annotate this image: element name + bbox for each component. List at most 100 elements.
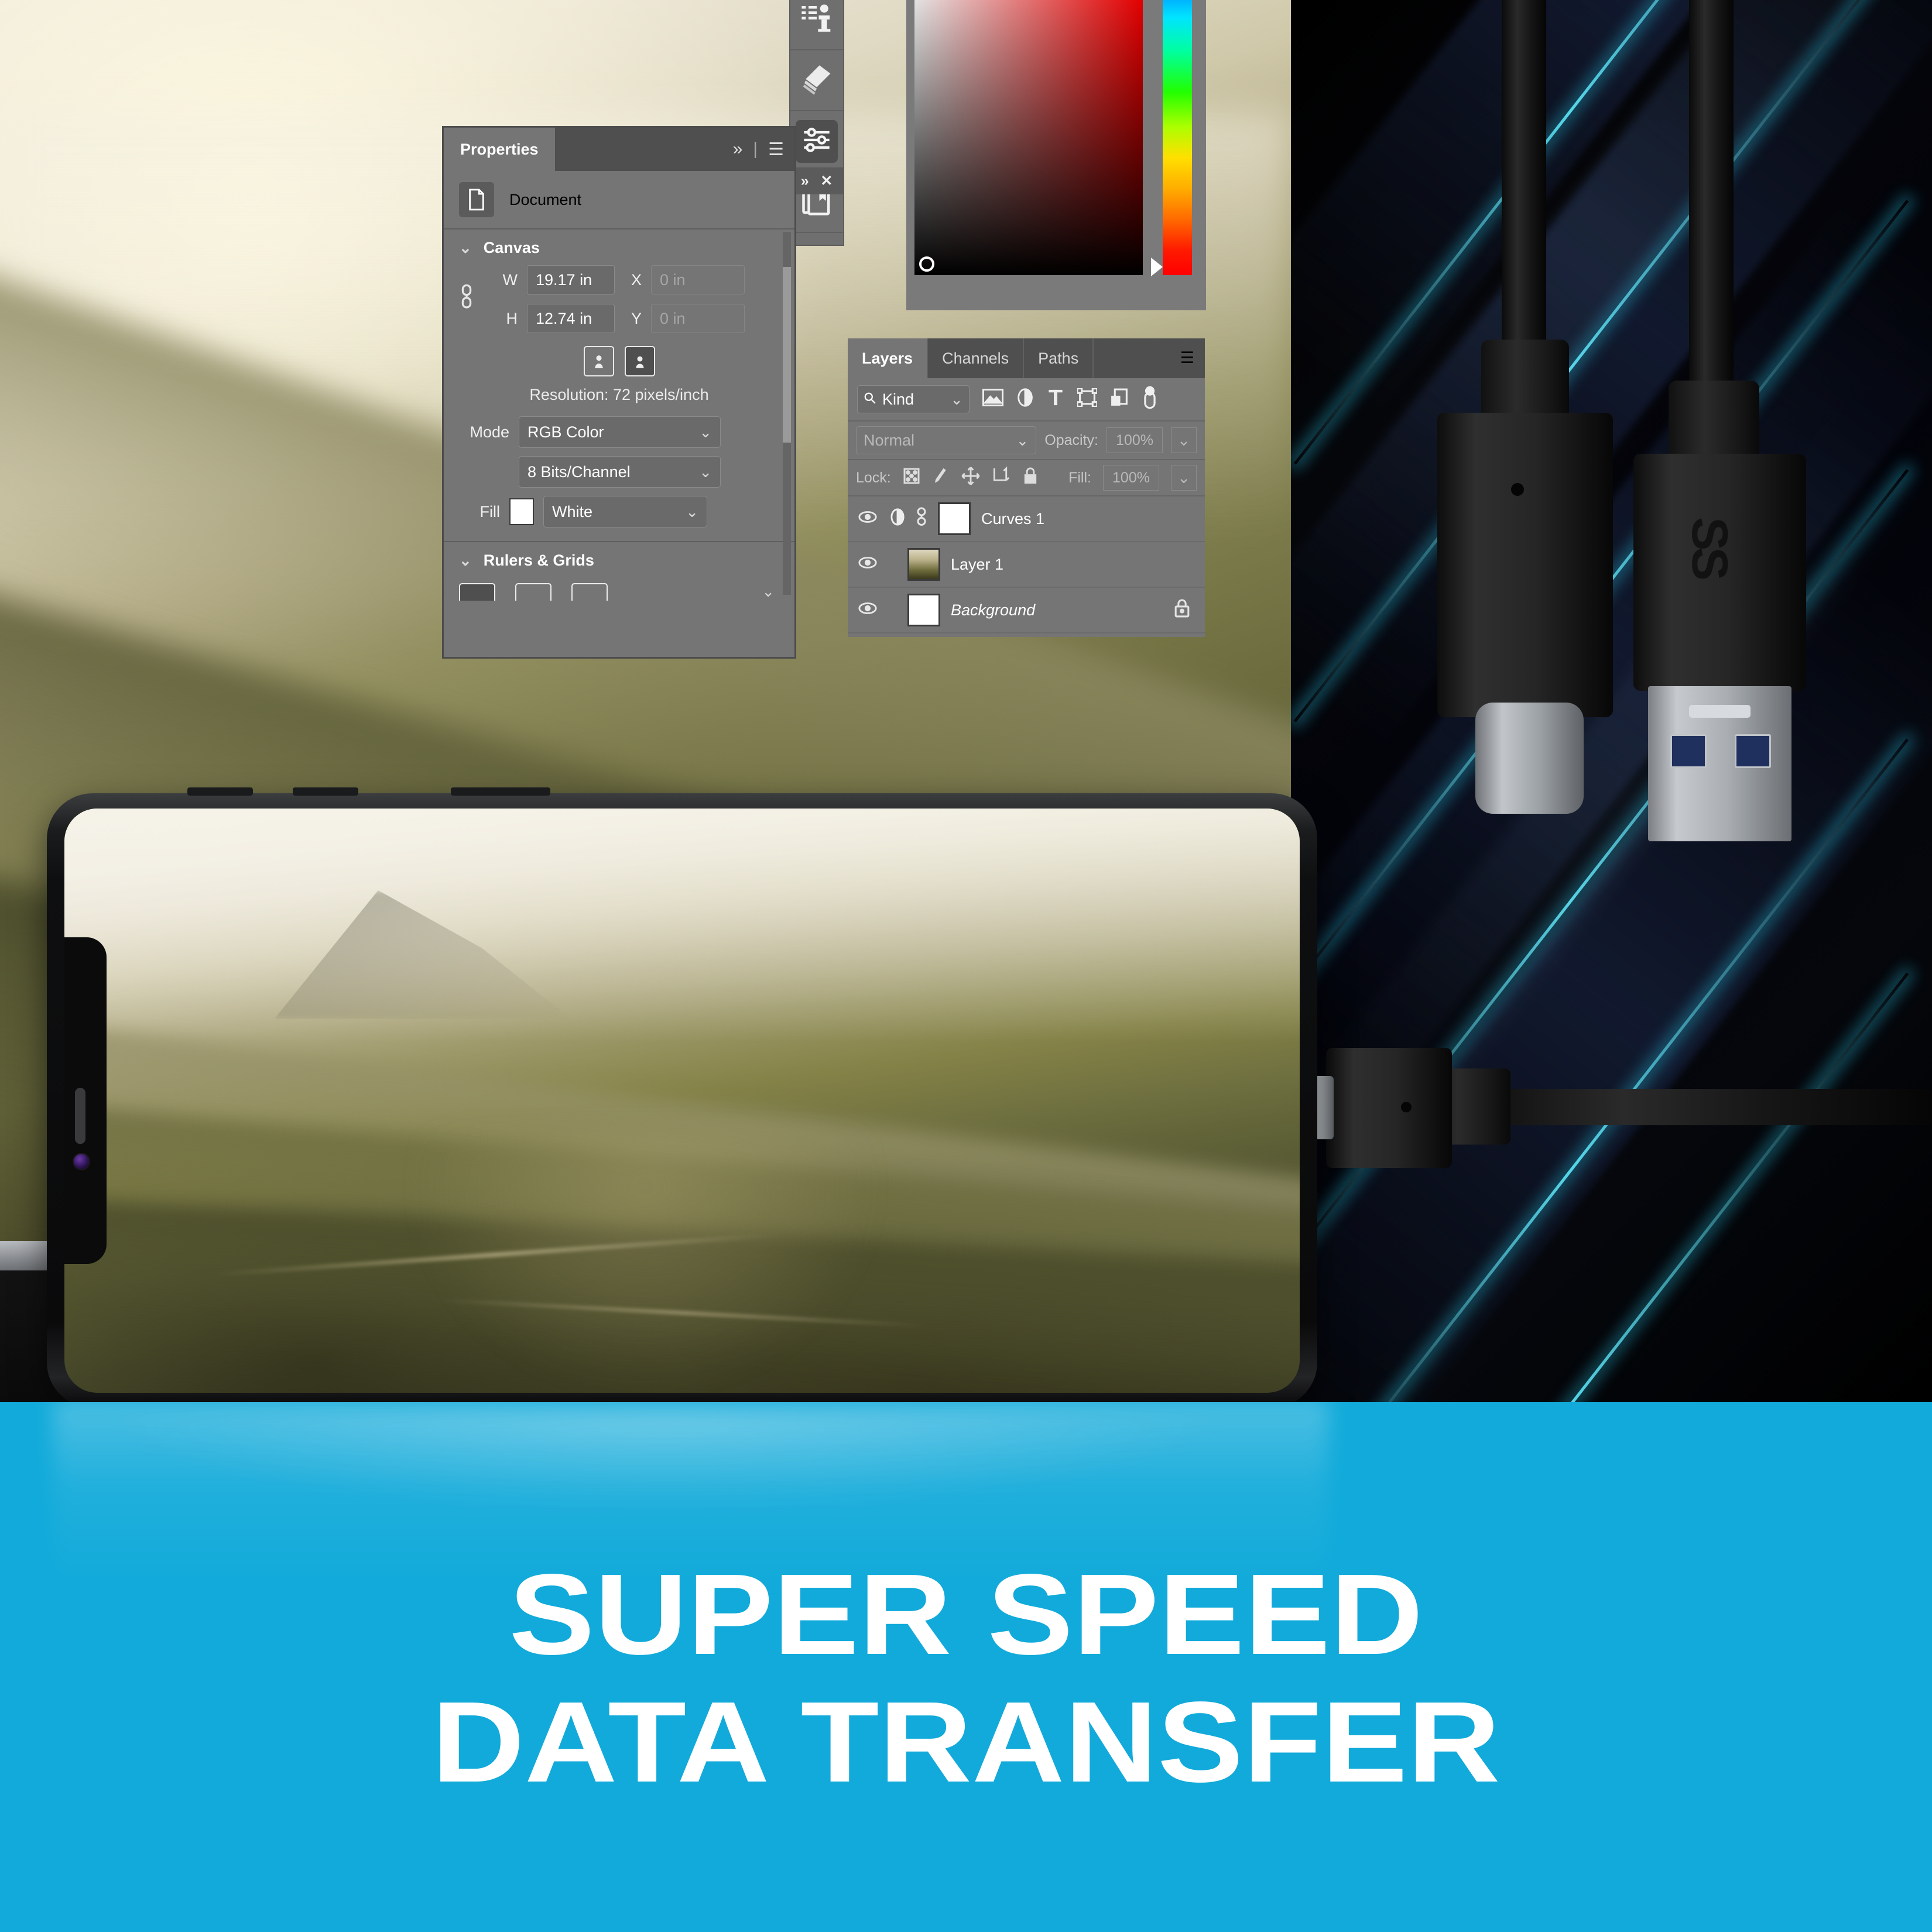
canvas-section-header[interactable]: ⌄ Canvas <box>444 229 794 261</box>
lock-label: Lock: <box>856 469 891 486</box>
ruler-icon-2[interactable] <box>515 583 551 601</box>
y-input[interactable]: 0 in <box>651 304 745 333</box>
table-row[interactable]: Layer 1 <box>848 542 1205 588</box>
filter-kind-select[interactable]: Kind ⌄ <box>857 385 970 413</box>
usb-c-cable <box>1502 0 1546 363</box>
fill-value: White <box>552 502 593 520</box>
lock-position-icon[interactable] <box>961 466 980 489</box>
tab-channels[interactable]: Channels <box>928 338 1025 378</box>
search-icon <box>864 390 876 409</box>
tab-layers[interactable]: Layers <box>848 338 929 378</box>
tab-layers-label: Layers <box>862 349 913 367</box>
document-row[interactable]: Document <box>444 171 794 229</box>
adjustment-half-circle-icon <box>890 507 905 531</box>
opacity-input[interactable]: 100% <box>1107 427 1163 453</box>
layer-name[interactable]: Curves 1 <box>981 510 1044 528</box>
document-icon <box>459 182 494 217</box>
fill-color-swatch[interactable] <box>509 498 534 525</box>
link-chain-icon[interactable] <box>916 506 927 532</box>
height-input[interactable]: 12.74 in <box>527 304 615 333</box>
hamburger-menu-icon[interactable]: ☰ <box>1180 349 1194 367</box>
chevron-down-icon[interactable]: ⌄ <box>459 551 472 570</box>
color-picker-panel[interactable] <box>906 0 1206 310</box>
panel-mini-bar[interactable]: » ✕ <box>789 167 844 194</box>
height-label: H <box>506 309 518 327</box>
color-mode-select[interactable]: RGB Color ⌄ <box>519 416 721 448</box>
layer-thumbnail[interactable] <box>938 502 971 535</box>
volume-up-button[interactable] <box>187 787 253 796</box>
tab-properties-label: Properties <box>460 140 539 158</box>
power-button[interactable] <box>451 787 550 796</box>
canvas-width-row: W 19.17 in X 0 in <box>477 261 794 299</box>
phone-wallpaper-valley <box>410 1135 880 1393</box>
table-row[interactable]: Background <box>848 588 1205 633</box>
tab-paths[interactable]: Paths <box>1024 338 1094 378</box>
chevron-down-icon[interactable]: ⌄ <box>762 583 775 601</box>
history-brush-panel-button[interactable] <box>790 50 843 111</box>
fill-input[interactable]: 100% <box>1103 465 1159 491</box>
phone-notch <box>64 937 107 1265</box>
close-x-icon[interactable]: ✕ <box>820 172 833 190</box>
layer-thumbnail[interactable] <box>907 548 940 581</box>
canvas-section-title: Canvas <box>483 239 540 256</box>
smart-object-filter-icon[interactable] <box>1110 388 1129 412</box>
volume-down-button[interactable] <box>293 787 358 796</box>
hue-slider-arrow-icon[interactable] <box>1151 258 1163 276</box>
filter-toggle-switch[interactable] <box>1142 385 1158 414</box>
fill-stepper[interactable]: ⌄ <box>1171 465 1197 491</box>
adjustments-panel-button[interactable] <box>790 111 843 172</box>
hamburger-menu-icon[interactable]: ☰ <box>768 139 784 160</box>
fill-select[interactable]: White ⌄ <box>543 496 707 527</box>
chevrons-right-icon[interactable]: » <box>733 139 743 159</box>
lock-all-icon[interactable] <box>1022 467 1039 489</box>
link-chain-icon[interactable] <box>457 283 477 315</box>
eye-icon[interactable] <box>856 510 879 528</box>
opacity-label: Opacity: <box>1044 431 1098 448</box>
saturation-brightness-field[interactable] <box>914 0 1143 275</box>
chevrons-right-icon[interactable]: » <box>801 173 809 190</box>
layer-thumbnail[interactable] <box>907 594 940 626</box>
layer-name[interactable]: Layer 1 <box>951 556 1003 574</box>
chevron-down-icon: ⌄ <box>1016 431 1029 449</box>
properties-tabbar: Properties » | ☰ <box>444 128 794 171</box>
portrait-orientation-icon[interactable] <box>583 346 614 376</box>
table-row[interactable]: Curves 1 <box>848 496 1205 542</box>
hue-slider[interactable] <box>1163 0 1192 275</box>
properties-panel[interactable]: Properties » | ☰ Document ⌄ Canvas W 19.… <box>442 126 796 659</box>
chevron-down-icon[interactable]: ⌄ <box>459 239 472 257</box>
ruler-icon-3[interactable] <box>571 583 608 601</box>
image-filter-icon[interactable] <box>982 388 1003 411</box>
bit-depth-select[interactable]: 8 Bits/Channel ⌄ <box>519 456 721 488</box>
lock-transparency-icon[interactable] <box>903 467 920 489</box>
usb-a-metal-tip <box>1648 686 1791 841</box>
eye-icon[interactable] <box>856 601 879 619</box>
layers-panel[interactable]: Layers Channels Paths ☰ Kind ⌄ Normal ⌄ … <box>848 338 1205 637</box>
rulers-section-header[interactable]: ⌄ Rulers & Grids <box>444 542 794 573</box>
clone-stamp-panel-button[interactable] <box>790 0 843 50</box>
photoshop-tool-column[interactable] <box>789 0 844 246</box>
color-marker-circle-icon[interactable] <box>919 256 934 272</box>
tab-properties[interactable]: Properties <box>444 128 555 171</box>
blend-mode-select[interactable]: Normal ⌄ <box>856 426 1037 454</box>
lock-artboard-icon[interactable] <box>992 465 1010 489</box>
phone-wallpaper-haze <box>64 809 1300 1043</box>
mode-label: Mode <box>470 423 509 441</box>
adjustments-sliders-icon <box>796 119 838 163</box>
opacity-stepper[interactable]: ⌄ <box>1171 427 1197 453</box>
ruler-icon-1[interactable] <box>459 583 495 601</box>
adjustment-filter-icon[interactable] <box>1016 388 1034 412</box>
lock-image-icon[interactable] <box>932 467 950 489</box>
shape-filter-icon[interactable] <box>1076 387 1098 411</box>
layers-lock-row: Lock: Fill: 100% ⌄ <box>848 460 1205 496</box>
chevron-down-icon: ⌄ <box>686 502 698 520</box>
width-input[interactable]: 19.17 in <box>527 265 615 294</box>
text-filter-icon[interactable] <box>1047 388 1064 411</box>
eye-icon[interactable] <box>856 556 879 574</box>
landscape-orientation-icon[interactable] <box>624 346 655 376</box>
mode-row: Mode RGB Color ⌄ <box>444 412 794 452</box>
depth-row: 8 Bits/Channel ⌄ <box>444 452 794 492</box>
properties-scrollbar[interactable] <box>783 232 791 595</box>
layer-name[interactable]: Background <box>951 601 1035 619</box>
tab-channels-label: Channels <box>942 349 1009 367</box>
x-input[interactable]: 0 in <box>651 265 745 294</box>
